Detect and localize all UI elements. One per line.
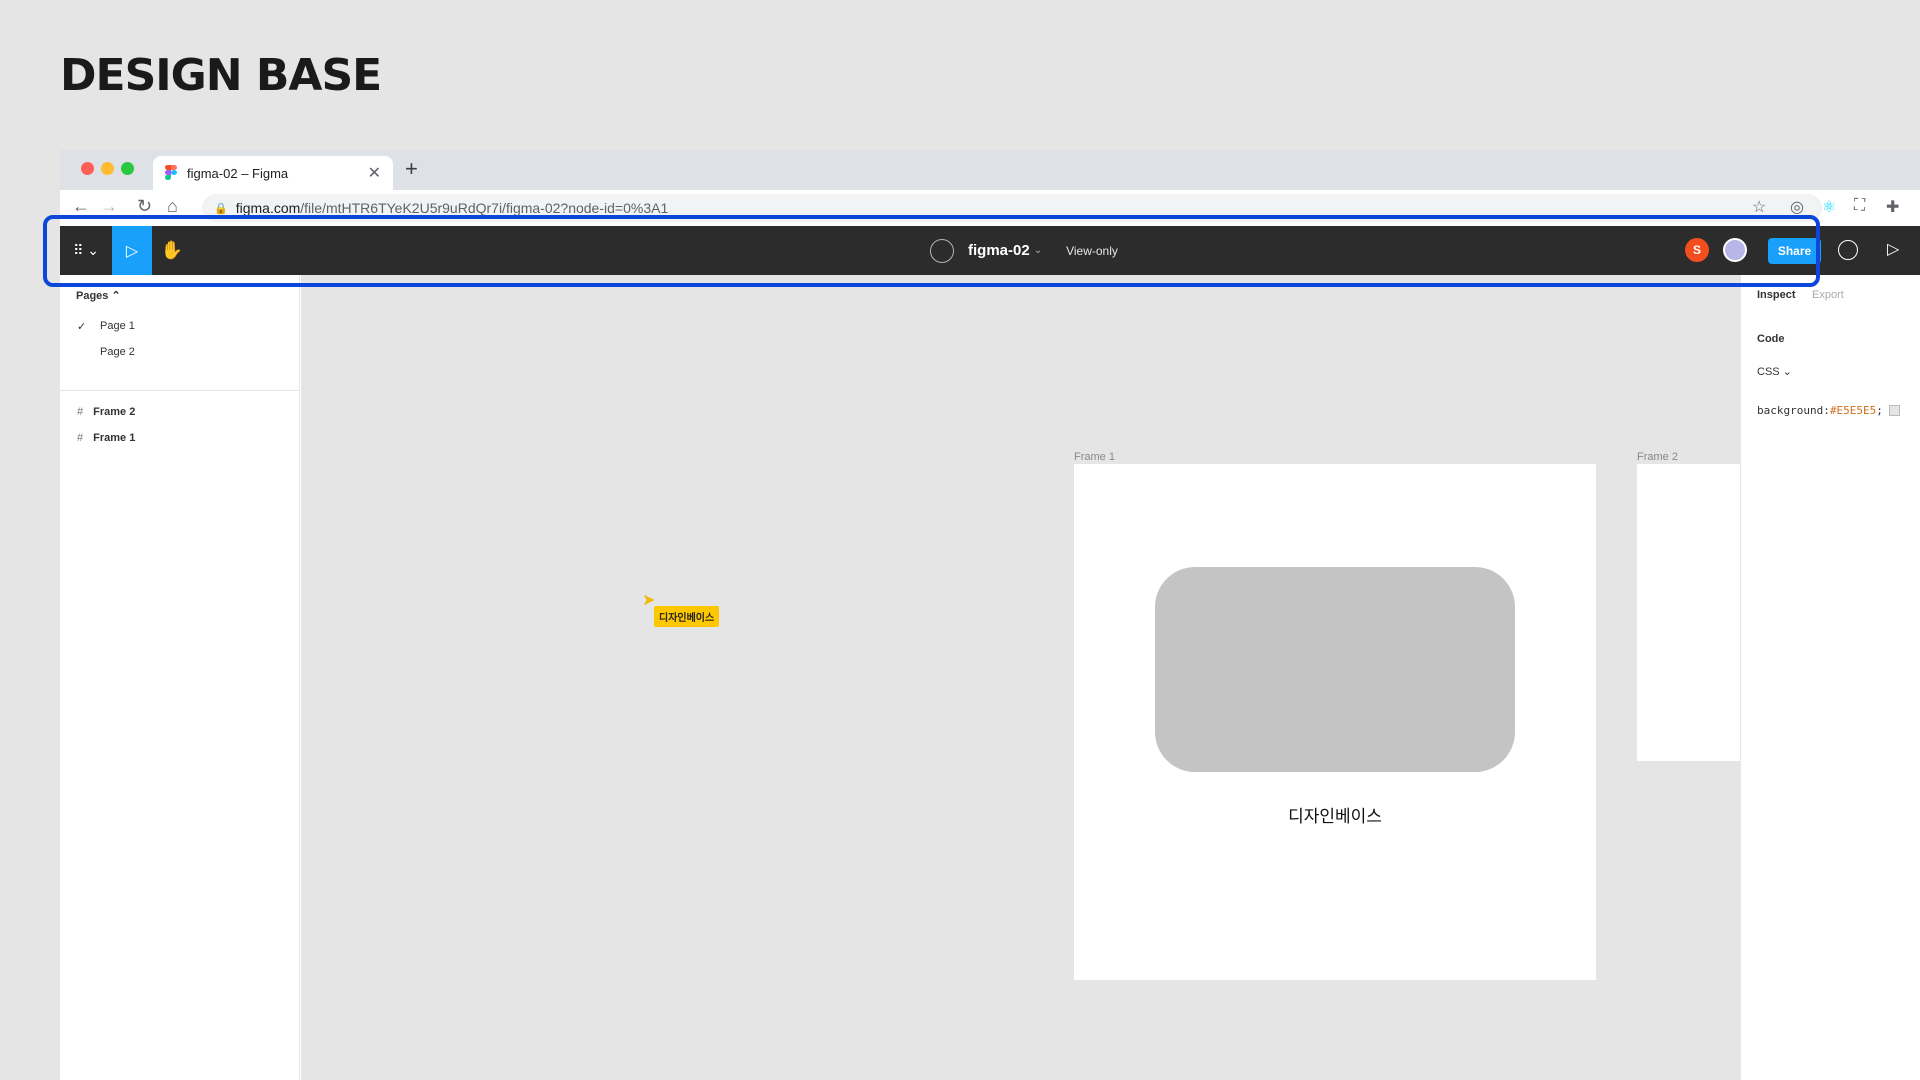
chevron-down-icon[interactable]: ⌄ bbox=[1034, 245, 1042, 256]
right-sidebar: Inspect Export Code CSS ⌄ background: #E… bbox=[1740, 275, 1920, 1080]
maximize-window-button[interactable] bbox=[121, 162, 134, 175]
frame-icon: # bbox=[77, 406, 84, 418]
address-bar: ← → ↻ ⌂ 🔒 figma.com /file/mtHTR6TYeK2U5r… bbox=[60, 190, 1920, 226]
forward-arrow-icon[interactable]: → bbox=[100, 196, 118, 217]
browser-tab[interactable]: figma-02 – Figma ✕ bbox=[153, 156, 393, 190]
bookmark-star-icon[interactable]: ☆ bbox=[1752, 197, 1766, 217]
camera-extension-icon[interactable]: ◎ bbox=[1790, 197, 1804, 217]
frame-2[interactable] bbox=[1637, 464, 1740, 761]
close-tab-icon[interactable]: ✕ bbox=[368, 163, 381, 183]
team-avatar-icon[interactable] bbox=[930, 238, 954, 263]
puzzle-extension-icon[interactable]: ✚ bbox=[1886, 197, 1899, 217]
frame-1-label[interactable]: Frame 1 bbox=[1074, 451, 1115, 463]
share-button[interactable]: Share bbox=[1768, 238, 1821, 264]
user-avatar[interactable] bbox=[1723, 238, 1747, 262]
file-title-area: figma-02 ⌄ View-only bbox=[930, 226, 1118, 275]
close-window-button[interactable] bbox=[81, 162, 94, 175]
rounded-rectangle[interactable] bbox=[1155, 567, 1515, 772]
hand-tool-button[interactable]: ✋ bbox=[152, 226, 192, 275]
tab-strip: figma-02 – Figma ✕ + bbox=[60, 150, 1920, 190]
minimize-window-button[interactable] bbox=[101, 162, 114, 175]
frame-text[interactable]: 디자인베이스 bbox=[1074, 802, 1596, 827]
layer-label: Frame 1 bbox=[93, 432, 136, 444]
css-code-line[interactable]: background: #E5E5E5 ; bbox=[1757, 404, 1900, 417]
figma-toolbar: ⠿ ⌄ ▷ ✋ figma-02 ⌄ View-only S Share ▷ bbox=[60, 226, 1920, 275]
url-path: /file/mtHTR6TYeK2U5r9uRdQr7i/figma-02?no… bbox=[300, 200, 669, 216]
layer-label: Frame 2 bbox=[93, 406, 136, 418]
layer-item-frame-1[interactable]: # Frame 1 bbox=[77, 432, 135, 444]
browser-window: figma-02 – Figma ✕ + ← → ↻ ⌂ 🔒 figma.com… bbox=[60, 150, 1920, 1080]
pages-header[interactable]: Pages ⌃ bbox=[76, 289, 121, 302]
code-section-title: Code bbox=[1757, 333, 1785, 345]
design-canvas[interactable]: Frame 1 디자인베이스 Frame 2 ➤ 디자인베이스 bbox=[301, 275, 1740, 1080]
css-property: background: bbox=[1757, 404, 1830, 417]
lock-icon: 🔒 bbox=[214, 202, 228, 215]
language-select[interactable]: CSS ⌄ bbox=[1757, 365, 1792, 378]
collaborator-cursor-label: 디자인베이스 bbox=[654, 606, 720, 627]
collaborator-avatar[interactable]: S bbox=[1685, 238, 1709, 262]
comment-icon[interactable] bbox=[1838, 240, 1858, 260]
sidebar-divider bbox=[60, 390, 300, 391]
back-arrow-icon[interactable]: ← bbox=[72, 196, 90, 217]
home-icon[interactable]: ⌂ bbox=[167, 196, 178, 217]
screen-capture-extension-icon[interactable]: ⛶ bbox=[1854, 197, 1865, 215]
page-item-2[interactable]: Page 2 bbox=[100, 346, 135, 358]
cursor-arrow-icon: ▷ bbox=[125, 242, 139, 260]
frame-1[interactable]: 디자인베이스 bbox=[1074, 464, 1596, 980]
hand-icon: ✋ bbox=[160, 240, 184, 260]
css-value: #E5E5E5 bbox=[1829, 404, 1877, 417]
page-item-1[interactable]: Page 1 bbox=[100, 320, 135, 332]
present-play-icon[interactable]: ▷ bbox=[1887, 239, 1899, 259]
view-mode-label: View-only bbox=[1066, 243, 1118, 258]
color-swatch bbox=[1888, 405, 1900, 416]
left-sidebar: Pages ⌃ ✓ Page 1 Page 2 # Frame 2 # Fram… bbox=[60, 275, 300, 1080]
figma-favicon-icon bbox=[165, 165, 177, 181]
tab-inspect[interactable]: Inspect bbox=[1757, 289, 1796, 301]
file-name[interactable]: figma-02 bbox=[968, 242, 1030, 259]
new-tab-button[interactable]: + bbox=[405, 156, 418, 182]
move-tool-button[interactable]: ▷ bbox=[112, 226, 152, 275]
figma-main-menu-button[interactable]: ⠿ ⌄ bbox=[60, 226, 112, 275]
css-semicolon: ; bbox=[1876, 404, 1883, 417]
reload-icon[interactable]: ↻ bbox=[137, 196, 152, 217]
page-title: DESIGN BASE bbox=[60, 50, 382, 101]
check-icon: ✓ bbox=[77, 321, 87, 333]
url-input[interactable]: 🔒 figma.com /file/mtHTR6TYeK2U5r9uRdQr7i… bbox=[202, 194, 1822, 222]
react-extension-icon[interactable]: ⚛ bbox=[1822, 197, 1836, 217]
frame-icon: # bbox=[77, 432, 84, 444]
tab-title: figma-02 – Figma bbox=[187, 165, 289, 181]
layer-item-frame-2[interactable]: # Frame 2 bbox=[77, 406, 135, 418]
tab-export[interactable]: Export bbox=[1812, 289, 1844, 301]
url-host: figma.com bbox=[235, 200, 301, 216]
frame-2-label[interactable]: Frame 2 bbox=[1637, 451, 1678, 463]
